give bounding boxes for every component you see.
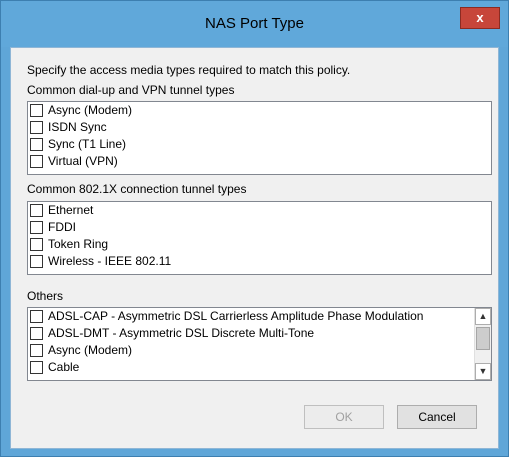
scroll-down-arrow-icon[interactable]: ▼ [475,363,491,380]
list-item-label: FDDI [48,220,76,234]
list-item-label: Cable [48,360,80,374]
section-label-others: Others [27,289,64,303]
dialog-title: NAS Port Type [205,15,304,32]
checkbox[interactable] [30,344,43,357]
scrollbar[interactable]: ▲ ▼ [474,308,491,380]
checkbox[interactable] [30,310,43,323]
listbox-others: ADSL-CAP - Asymmetric DSL Carrierless Am… [27,307,492,381]
cancel-button[interactable]: Cancel [397,405,477,429]
checkbox[interactable] [30,221,43,234]
checkbox[interactable] [30,155,43,168]
checkbox[interactable] [30,121,43,134]
list-item-label: Ethernet [48,203,94,217]
list-item-label: Wireless - IEEE 802.11 [48,254,172,268]
list-item-label: ADSL-CAP - Asymmetric DSL Carrierless Am… [48,309,424,323]
list-item[interactable]: Async (Modem) [28,102,491,119]
list-item[interactable]: ADSL-CAP - Asymmetric DSL Carrierless Am… [28,308,491,325]
list-item[interactable]: Async (Modem) [28,342,491,359]
scroll-thumb[interactable] [476,327,490,350]
list-item[interactable]: Sync (T1 Line) [28,136,491,153]
list-item-label: Async (Modem) [48,103,133,117]
list-item-label: Sync (T1 Line) [48,137,127,151]
close-icon: x [476,10,484,25]
checkbox[interactable] [30,361,43,374]
ok-button[interactable]: OK [304,405,384,429]
section-label-dialup-vpn: Common dial-up and VPN tunnel types [27,83,235,97]
list-item[interactable]: Token Ring [28,236,491,253]
list-item-label: ADSL-DMT - Asymmetric DSL Discrete Multi… [48,326,315,340]
list-item[interactable]: Ethernet [28,202,491,219]
checkbox[interactable] [30,255,43,268]
list-item[interactable]: Wireless - IEEE 802.11 [28,253,491,270]
instructions-text: Specify the access media types required … [27,63,351,77]
list-item[interactable]: ISDN Sync [28,119,491,136]
listbox-dialup-vpn: Async (Modem) ISDN Sync Sync (T1 Line) V… [27,101,492,175]
list-item-label: Token Ring [48,237,109,251]
list-item[interactable]: Cable [28,359,491,376]
section-label-8021x: Common 802.1X connection tunnel types [27,182,247,196]
list-item[interactable]: Virtual (VPN) [28,153,491,170]
checkbox[interactable] [30,138,43,151]
title-bar[interactable]: NAS Port Type x [1,1,508,47]
dialog-window: NAS Port Type x Specify the access media… [0,0,509,457]
close-button[interactable]: x [460,7,500,29]
listbox-8021x: Ethernet FDDI Token Ring Wireless - IEEE… [27,201,492,275]
list-item-label: Virtual (VPN) [48,154,118,168]
checkbox[interactable] [30,204,43,217]
list-item-label: ISDN Sync [48,120,107,134]
checkbox[interactable] [30,104,43,117]
list-item[interactable]: FDDI [28,219,491,236]
dialog-body: Specify the access media types required … [10,47,499,449]
list-item[interactable]: ADSL-DMT - Asymmetric DSL Discrete Multi… [28,325,491,342]
list-item-label: Async (Modem) [48,343,133,357]
checkbox[interactable] [30,327,43,340]
checkbox[interactable] [30,238,43,251]
scroll-up-arrow-icon[interactable]: ▲ [475,308,491,325]
